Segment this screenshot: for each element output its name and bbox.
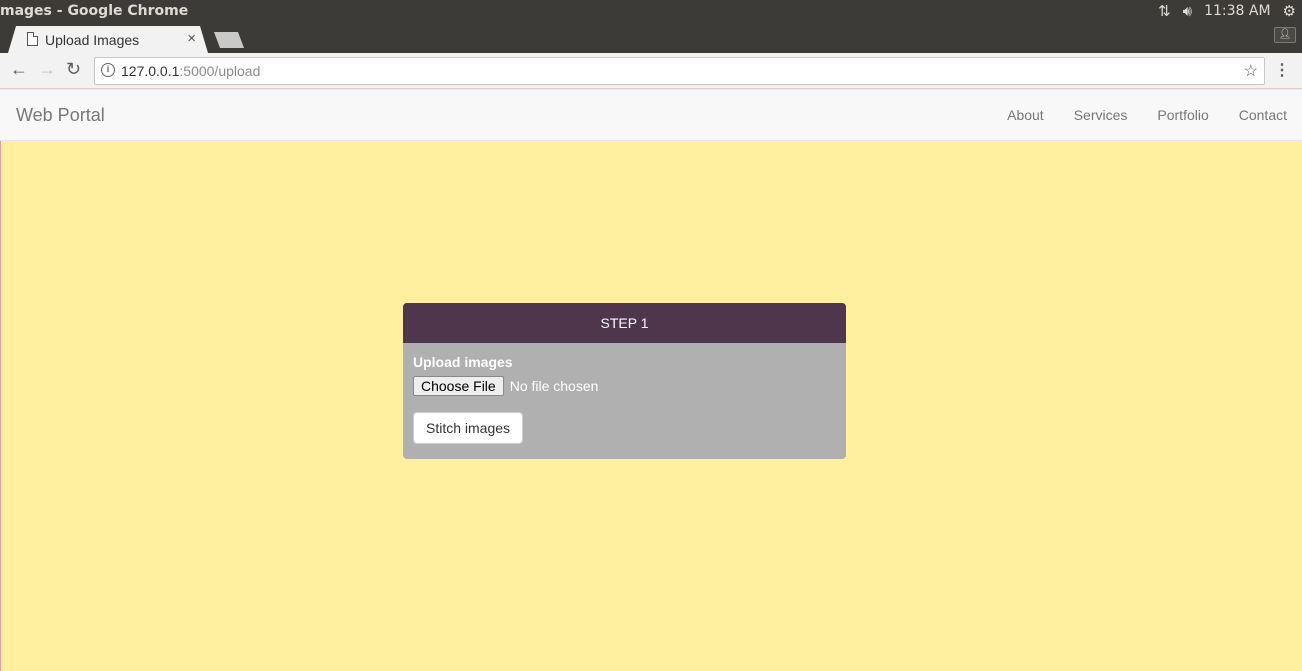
kebab-menu-icon[interactable]: ⋮ (1274, 60, 1290, 80)
file-input[interactable]: Choose File No file chosen (413, 376, 836, 396)
address-bar[interactable]: i 127.0.0.1:5000/upload ☆ (94, 57, 1265, 85)
site-navbar: Web Portal About Services Portfolio Cont… (0, 90, 1302, 141)
forward-arrow-icon[interactable]: → (38, 59, 56, 80)
url-text[interactable]: 127.0.0.1:5000/upload (121, 63, 260, 79)
stitch-images-button[interactable]: Stitch images (413, 412, 524, 444)
browser-toolbar: ← → ↻ i 127.0.0.1:5000/upload ☆ ⋮ (0, 53, 1302, 89)
panel-heading: STEP 1 (403, 303, 846, 343)
settings-gear-icon[interactable]: ⚙ (1283, 2, 1296, 20)
nav-contact[interactable]: Contact (1224, 90, 1302, 140)
nav-about[interactable]: About (992, 90, 1059, 140)
clock[interactable]: 11:38 AM (1204, 3, 1270, 19)
main-content: STEP 1 Upload images Choose File No file… (0, 141, 1302, 671)
url-path: :5000/upload (179, 63, 261, 79)
volume-icon[interactable]: 🔊︎ (1183, 2, 1192, 20)
nav-portfolio[interactable]: Portfolio (1142, 90, 1223, 140)
upload-label: Upload images (413, 354, 513, 370)
panel-body: Upload images Choose File No file chosen… (403, 343, 846, 455)
page-icon (27, 32, 38, 46)
nav-services[interactable]: Services (1059, 90, 1143, 140)
os-top-bar: mages - Google Chrome ⇅ 🔊︎ 11:38 AM ⚙ (0, 0, 1302, 24)
system-tray: ⇅ 🔊︎ 11:38 AM ⚙ (1158, 2, 1296, 20)
bookmark-star-icon[interactable]: ☆ (1244, 61, 1258, 81)
file-status: No file chosen (509, 378, 599, 394)
url-host: 127.0.0.1 (121, 63, 180, 79)
tab-strip: Upload Images × 👤︎ (0, 24, 1302, 53)
profile-icon[interactable]: 👤︎ (1274, 27, 1296, 43)
reload-icon[interactable]: ↻ (66, 59, 81, 80)
tab-upload-images[interactable]: Upload Images × (8, 26, 208, 53)
network-icon[interactable]: ⇅ (1158, 2, 1171, 20)
close-icon[interactable]: × (187, 30, 196, 47)
window-title: mages - Google Chrome (0, 3, 189, 19)
info-icon[interactable]: i (101, 63, 115, 77)
back-arrow-icon[interactable]: ← (10, 59, 28, 80)
upload-panel: STEP 1 Upload images Choose File No file… (403, 303, 846, 459)
choose-file-button[interactable]: Choose File (413, 376, 504, 396)
brand-link[interactable]: Web Portal (16, 105, 105, 126)
nav-links: About Services Portfolio Contact (992, 90, 1302, 140)
tab-title: Upload Images (45, 32, 140, 48)
new-tab-button[interactable] (214, 32, 244, 48)
